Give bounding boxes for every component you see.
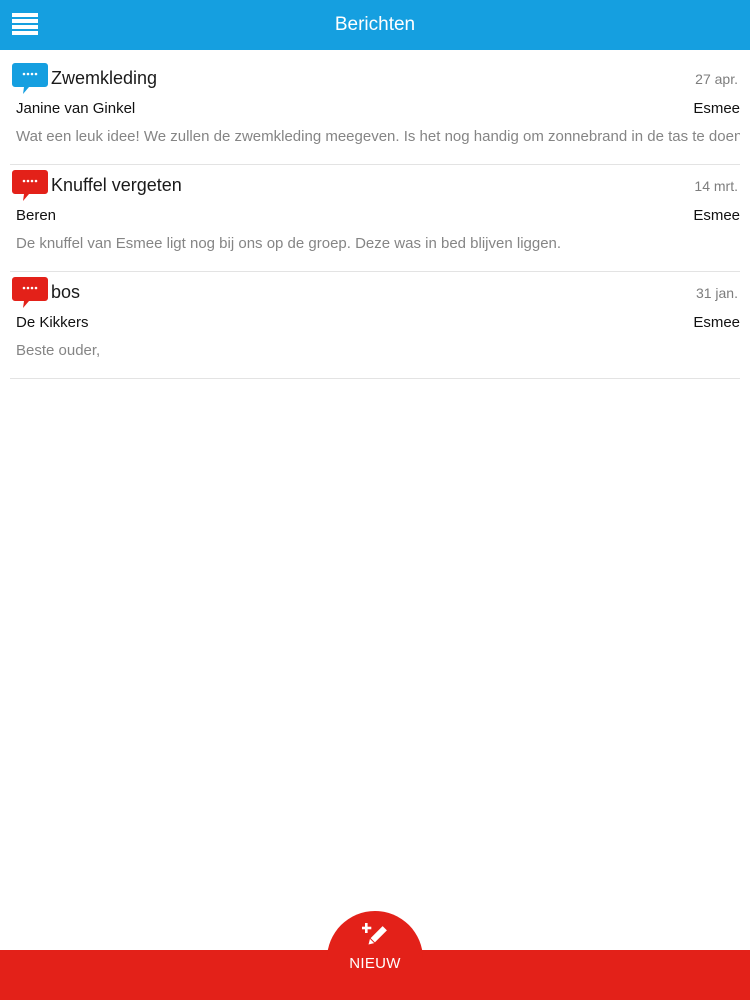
message-recipient: Esmee <box>693 314 740 331</box>
message-preview: Beste ouder, <box>16 342 101 359</box>
page-title: Berichten <box>334 14 416 35</box>
message-date: 31 jan. <box>695 285 738 301</box>
new-message-label: NIEUW <box>349 955 401 972</box>
message-sender: Janine van Ginkel <box>16 100 136 117</box>
message-item[interactable]: bos 31 jan. De Kikkers Esmee Beste ouder… <box>10 272 740 379</box>
message-item[interactable]: Knuffel vergeten 14 mrt. Beren Esmee De … <box>10 165 740 272</box>
message-subject: Zwemkleding <box>51 68 158 88</box>
message-subject: bos <box>51 282 81 302</box>
message-recipient: Esmee <box>693 100 740 117</box>
speech-bubble-icon <box>12 170 48 202</box>
app-header: Berichten <box>0 0 750 50</box>
message-date: 27 apr. <box>695 71 738 87</box>
message-preview: Wat een leuk idee! We zullen de zwemkled… <box>16 128 740 145</box>
compose-pencil-icon <box>362 922 388 948</box>
speech-bubble-icon <box>12 63 48 95</box>
message-preview: De knuffel van Esmee ligt nog bij ons op… <box>16 235 562 252</box>
new-message-button[interactable]: NIEUW <box>327 911 423 1000</box>
message-recipient: Esmee <box>693 207 740 224</box>
message-item[interactable]: Zwemkleding 27 apr. Janine van Ginkel Es… <box>10 58 740 165</box>
message-sender: De Kikkers <box>16 314 89 331</box>
message-sender: Beren <box>16 207 57 224</box>
speech-bubble-icon <box>12 277 48 309</box>
message-date: 14 mrt. <box>694 178 738 194</box>
message-subject: Knuffel vergeten <box>51 175 182 195</box>
message-list: Zwemkleding 27 apr. Janine van Ginkel Es… <box>10 58 740 379</box>
